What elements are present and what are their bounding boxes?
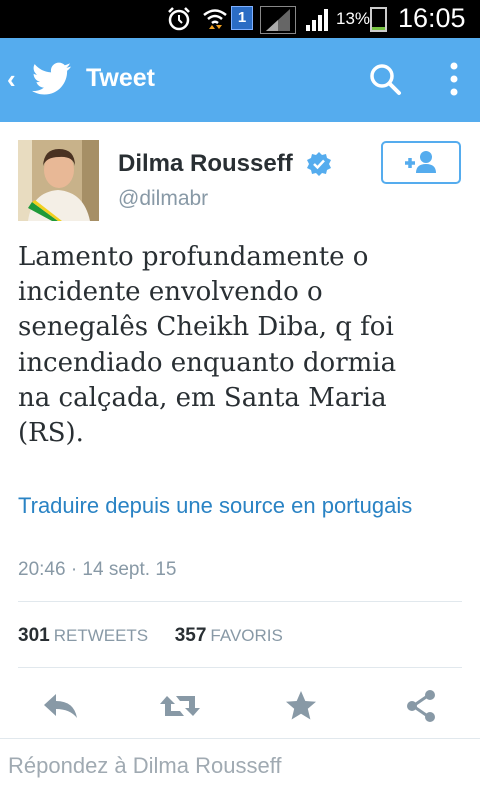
- avatar[interactable]: [18, 140, 99, 221]
- retweet-icon: [160, 696, 200, 716]
- tweet-stats: 301 RETWEETS 357 FAVORIS: [18, 625, 283, 647]
- retweets-label: RETWEETS: [53, 626, 149, 645]
- translate-link[interactable]: Traduire depuis une source en portugais: [18, 493, 412, 519]
- signal-icon: [306, 9, 328, 31]
- battery-percent: 13%: [336, 9, 371, 28]
- follow-button[interactable]: [381, 141, 461, 184]
- tweet-timestamp: 20:46 · 14 sept. 15: [18, 559, 177, 580]
- add-user-icon: [405, 151, 436, 173]
- share-button[interactable]: [401, 686, 445, 726]
- page-title: Tweet: [86, 64, 155, 92]
- notification-icon: 1: [231, 6, 253, 30]
- favorites-stat[interactable]: 357 FAVORIS: [175, 625, 283, 646]
- favorite-icon: [286, 691, 316, 720]
- favorites-count: 357: [174, 625, 207, 646]
- tweet-line: incendiado enquanto dormia: [18, 347, 397, 378]
- wifi-icon: [203, 9, 227, 29]
- reply-button[interactable]: [40, 686, 84, 726]
- tweet-line: (RS).: [18, 418, 84, 449]
- reply-icon: [44, 694, 77, 718]
- share-icon: [407, 690, 435, 722]
- tweet-line: incidente envolvendo o: [18, 277, 323, 308]
- search-button[interactable]: [368, 62, 404, 98]
- favorites-label: FAVORIS: [210, 626, 283, 645]
- status-bar: 1 13% 16:05: [0, 0, 480, 38]
- tweet-line: Lamento profundamente o: [18, 242, 369, 272]
- favorite-button[interactable]: [281, 686, 325, 726]
- retweet-button[interactable]: [158, 686, 202, 726]
- alarm-icon: [168, 7, 190, 31]
- divider: [18, 667, 462, 668]
- more-options-button[interactable]: [440, 60, 468, 100]
- retweets-count: 301: [18, 625, 50, 646]
- reply-box: [0, 738, 480, 800]
- retweets-stat[interactable]: 301 RETWEETS: [18, 625, 153, 646]
- twitter-bird-icon: [32, 62, 71, 95]
- author-name[interactable]: Dilma Rousseff: [118, 150, 293, 178]
- tweet-line: na calçada, em Santa Maria: [18, 382, 387, 413]
- app-bar: ‹ Tweet: [0, 38, 480, 122]
- tweet-text: Lamento profundamente o incidente envolv…: [18, 240, 466, 451]
- battery-icon: [370, 7, 387, 32]
- search-icon: [370, 64, 401, 95]
- more-vertical-icon: [450, 62, 458, 96]
- battery-level: [372, 27, 385, 30]
- chevron-left-icon: ‹: [7, 64, 16, 94]
- reply-input[interactable]: [8, 751, 468, 781]
- author-handle[interactable]: @dilmabr: [118, 187, 208, 211]
- avatar-image: [18, 140, 99, 221]
- signal-icon: [260, 6, 296, 34]
- divider: [18, 601, 462, 602]
- tweet-line: senegalês Cheikh Diba, q foi: [18, 312, 394, 343]
- clock: 16:05: [398, 3, 466, 33]
- back-button[interactable]: ‹: [0, 38, 90, 122]
- verified-badge-icon: [307, 152, 331, 176]
